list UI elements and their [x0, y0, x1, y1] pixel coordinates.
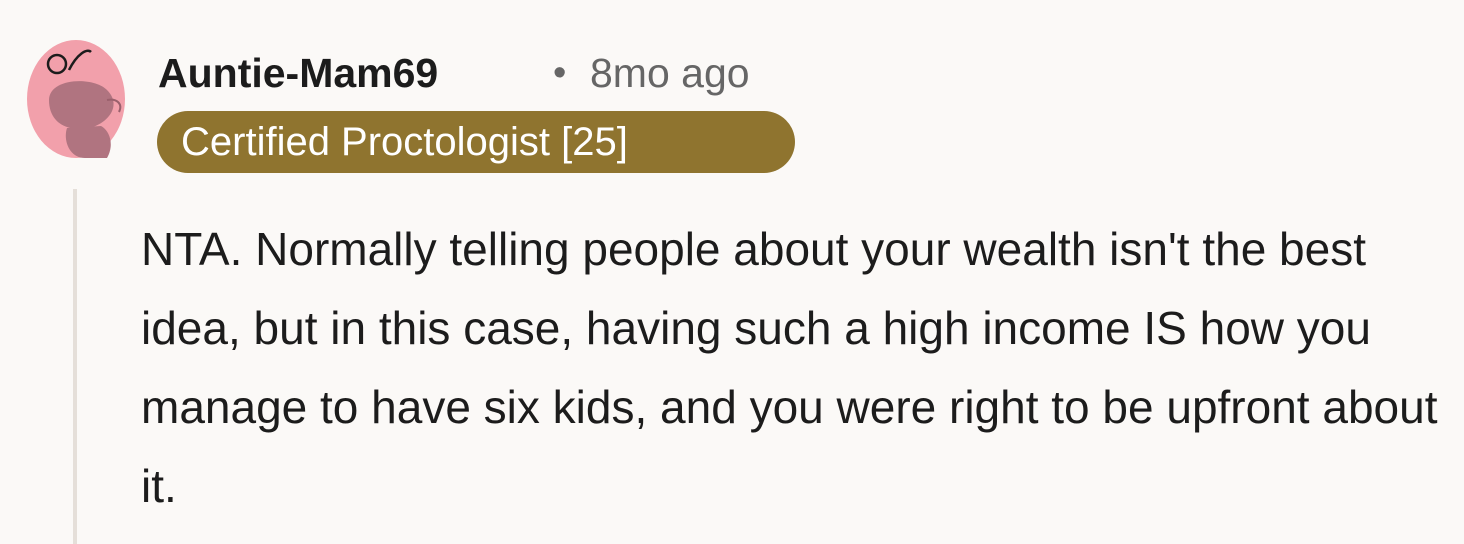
meta-separator: • [553, 52, 567, 94]
snoo-avatar-icon[interactable] [27, 40, 125, 158]
comment: Auntie-Mam69 • 8mo ago Certified Proctol… [0, 0, 1464, 544]
user-flair-badge: Certified Proctologist [25] [157, 111, 795, 173]
comment-timestamp[interactable]: 8mo ago [590, 47, 750, 99]
thread-line[interactable] [73, 189, 77, 544]
comment-body: NTA. Normally telling people about your … [141, 223, 1438, 512]
author-username[interactable]: Auntie-Mam69 [158, 47, 438, 99]
